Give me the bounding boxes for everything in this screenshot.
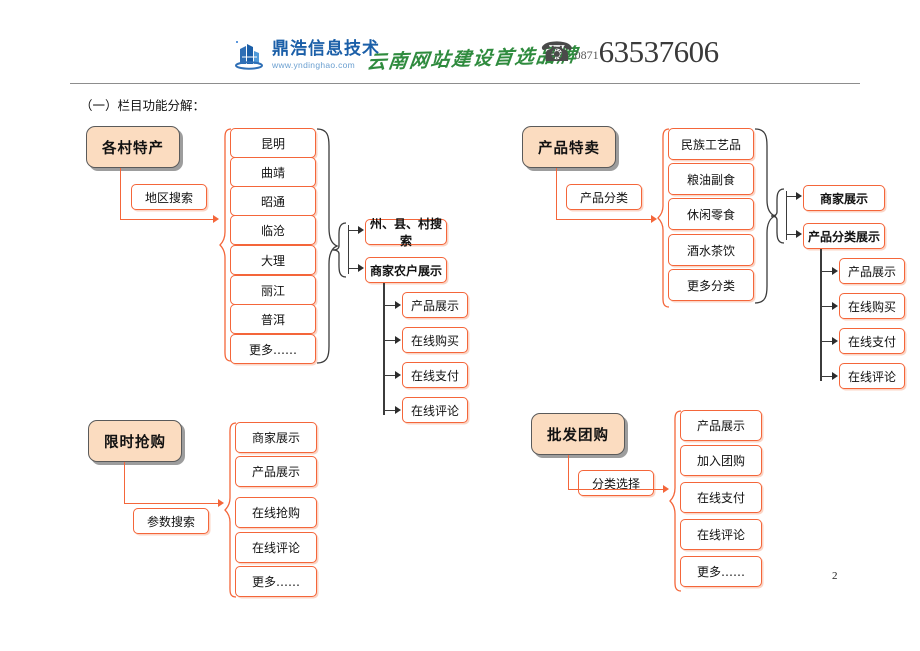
building-logo-icon xyxy=(233,38,267,72)
branch-arrow xyxy=(796,192,802,200)
list-item[interactable]: 临沧 xyxy=(230,215,316,245)
leaf-arrow xyxy=(832,337,838,345)
section-title: （一）栏目功能分解： xyxy=(80,98,206,113)
branch-node[interactable]: 商家展示 xyxy=(803,185,885,211)
connector-line xyxy=(120,219,214,221)
cluster-filter-node[interactable]: 地区搜索 xyxy=(131,184,207,210)
branch-spine xyxy=(786,191,788,240)
leaf-arrow xyxy=(832,267,838,275)
list-item[interactable]: 更多分类 xyxy=(668,269,754,301)
connector-line xyxy=(568,489,664,491)
list-item[interactable]: 在线评论 xyxy=(680,519,762,550)
cluster-root-node[interactable]: 各村特产 xyxy=(86,126,180,168)
branch-brace xyxy=(332,222,347,278)
connector-line xyxy=(568,455,570,490)
connector-line xyxy=(124,462,126,504)
branch-node[interactable]: 商家农户展示 xyxy=(365,257,447,283)
list-item[interactable]: 昆明 xyxy=(230,128,316,158)
branch-arrow xyxy=(358,226,364,234)
leaf-arrow xyxy=(395,371,401,379)
cluster-filter-node[interactable]: 参数搜索 xyxy=(133,508,209,534)
list-item[interactable]: 民族工艺品 xyxy=(668,128,754,160)
list-item[interactable]: 粮油副食 xyxy=(668,163,754,195)
list-item[interactable]: 产品展示 xyxy=(235,456,317,487)
list-item[interactable]: 产品展示 xyxy=(680,410,762,441)
cluster-filter-node[interactable]: 产品分类 xyxy=(566,184,642,210)
list-item[interactable]: 在线评论 xyxy=(235,532,317,563)
telephone-icon: ☎ xyxy=(540,36,574,67)
logo-website-url: www.yndinghao.com xyxy=(272,59,356,70)
list-item[interactable]: 大理 xyxy=(230,245,316,275)
branch-arrow xyxy=(358,264,364,272)
branch-arrow xyxy=(796,230,802,238)
leaf-spine xyxy=(820,249,822,381)
list-item[interactable]: 加入团购 xyxy=(680,445,762,476)
connector-line xyxy=(556,168,558,220)
cluster-filter-node[interactable]: 分类选择 xyxy=(578,470,654,496)
list-item[interactable]: 酒水茶饮 xyxy=(668,234,754,266)
branch-spine xyxy=(348,225,350,274)
list-item[interactable]: 商家展示 xyxy=(235,422,317,453)
list-item[interactable]: 普洱 xyxy=(230,304,316,334)
leaf-spine xyxy=(383,283,385,415)
list-item[interactable]: 更多…… xyxy=(235,566,317,597)
cluster-root-node[interactable]: 批发团购 xyxy=(531,413,625,455)
connector-line xyxy=(124,503,219,505)
leaf-node[interactable]: 产品展示 xyxy=(402,292,468,318)
branch-node[interactable]: 产品分类展示 xyxy=(803,223,885,249)
leaf-arrow xyxy=(832,302,838,310)
page-number: 2 xyxy=(832,570,838,582)
logo-company-name: 鼎浩信息技术 xyxy=(272,38,380,59)
leaf-node[interactable]: 在线购买 xyxy=(839,293,905,319)
leaf-arrow xyxy=(395,406,401,414)
leaf-node[interactable]: 在线购买 xyxy=(402,327,468,353)
leaf-node[interactable]: 在线支付 xyxy=(402,362,468,388)
list-item[interactable]: 在线支付 xyxy=(680,482,762,513)
cluster-root-node[interactable]: 限时抢购 xyxy=(88,420,182,462)
phone-number: 63537606 xyxy=(598,34,720,69)
leaf-arrow xyxy=(395,336,401,344)
list-item[interactable]: 曲靖 xyxy=(230,157,316,187)
list-item[interactable]: 休闲零食 xyxy=(668,198,754,230)
phone-area-code: 0871 xyxy=(574,47,599,62)
page-header: 鼎浩信息技术 www.yndinghao.com 云南网站建设首选品牌 ☎ 08… xyxy=(0,0,920,86)
document-page: 鼎浩信息技术 www.yndinghao.com 云南网站建设首选品牌 ☎ 08… xyxy=(0,0,920,651)
connector-line xyxy=(556,219,652,221)
cluster-root-node[interactable]: 产品特卖 xyxy=(522,126,616,168)
leaf-arrow xyxy=(395,301,401,309)
leaf-arrow xyxy=(832,372,838,380)
list-item[interactable]: 昭通 xyxy=(230,186,316,216)
header-divider xyxy=(70,83,860,84)
contact-phone: ☎ 0871 63537606 xyxy=(540,34,720,69)
leaf-node[interactable]: 在线评论 xyxy=(839,363,905,389)
connector-line xyxy=(120,168,122,220)
leaf-node[interactable]: 在线评论 xyxy=(402,397,468,423)
list-item[interactable]: 更多…… xyxy=(680,556,762,587)
list-item[interactable]: 在线抢购 xyxy=(235,497,317,528)
list-item[interactable]: 丽江 xyxy=(230,275,316,305)
branch-node[interactable]: 州、县、村搜索 xyxy=(365,217,447,248)
branch-brace xyxy=(770,188,785,244)
company-logo: 鼎浩信息技术 www.yndinghao.com xyxy=(233,38,380,72)
leaf-node[interactable]: 产品展示 xyxy=(839,258,905,284)
list-item[interactable]: 更多…… xyxy=(230,334,316,364)
leaf-node[interactable]: 在线支付 xyxy=(839,328,905,354)
